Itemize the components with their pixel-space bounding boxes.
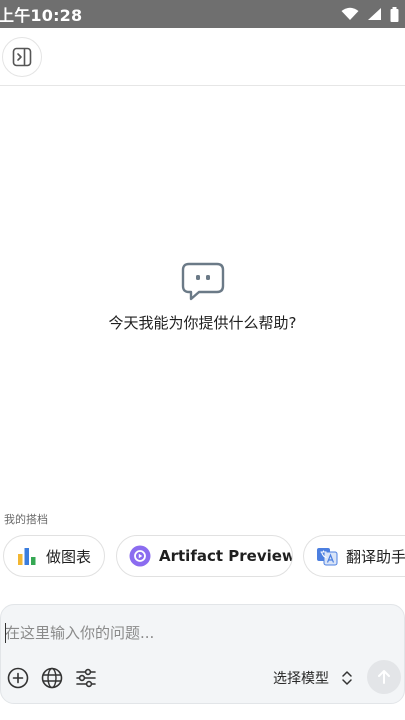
globe-icon (41, 667, 63, 689)
model-selector-label: 选择模型 (273, 671, 329, 687)
sidebar-toggle-button[interactable] (2, 37, 42, 77)
empty-state: 今天我能为你提供什么帮助? (0, 262, 405, 333)
assistant-chip-label: Artifact Preview (159, 547, 293, 565)
top-bar (0, 28, 405, 86)
send-button[interactable] (367, 660, 401, 694)
status-time: 上午10:28 (0, 6, 83, 25)
battery-icon (390, 6, 399, 22)
plus-circle-icon (7, 667, 29, 689)
text-caret (5, 623, 6, 643)
sliders-icon (76, 668, 96, 688)
assistant-chip-artifact-preview[interactable]: Artifact Preview (116, 535, 293, 577)
assistants-section-label: 我的搭档 (4, 513, 48, 526)
play-circle-icon (129, 545, 151, 567)
welcome-text: 今天我能为你提供什么帮助? (108, 314, 297, 332)
assistant-chip-label: 做图表 (46, 547, 92, 566)
bar-chart-icon (18, 548, 36, 565)
assistant-chip-label: 翻译助手 (346, 547, 405, 566)
assistant-chip-chart[interactable]: 做图表 (3, 535, 105, 577)
translate-icon (317, 548, 338, 566)
web-search-button[interactable] (40, 666, 64, 690)
status-icons (341, 6, 399, 22)
assistant-chips: 做图表 Artifact Preview 翻译助手 (0, 535, 405, 577)
model-selector[interactable]: 选择模型 (273, 668, 353, 688)
message-input[interactable] (5, 621, 385, 645)
chat-bubble-icon (181, 262, 224, 301)
signal-icon (368, 8, 381, 20)
settings-button[interactable] (74, 666, 98, 690)
attach-button[interactable] (6, 666, 30, 690)
arrow-up-icon (378, 670, 390, 684)
assistant-chip-translate[interactable]: 翻译助手 (303, 535, 405, 577)
wifi-icon (341, 7, 359, 20)
message-composer: 选择模型 (0, 604, 405, 704)
sidebar-toggle-icon (12, 47, 32, 67)
status-bar: 上午10:28 (0, 0, 405, 28)
chevron-up-down-icon (342, 671, 352, 685)
